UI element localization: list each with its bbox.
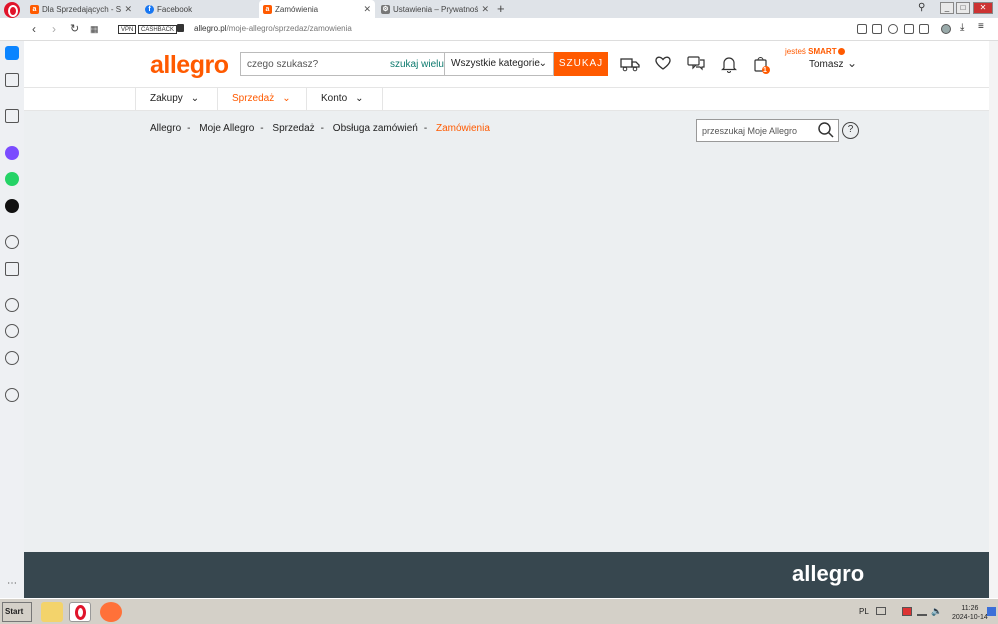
- start-button[interactable]: Start: [2, 602, 32, 622]
- notification-icon[interactable]: [987, 607, 996, 616]
- allegro-page: allegro szukaj wielu Wszystkie kategorie…: [24, 41, 989, 598]
- lock-icon[interactable]: [177, 24, 184, 32]
- wallet-icon[interactable]: [5, 109, 19, 123]
- more-icon[interactable]: ⋯: [5, 579, 19, 593]
- heart-icon[interactable]: [653, 55, 673, 73]
- player-icon[interactable]: [5, 235, 19, 249]
- delivery-truck-icon[interactable]: [620, 55, 640, 73]
- nav-item-konto[interactable]: Konto ⌄: [306, 88, 383, 110]
- search-button[interactable]: SZUKAJ: [554, 52, 608, 76]
- keyboard-icon[interactable]: [876, 607, 886, 615]
- search-icon[interactable]: [817, 121, 835, 139]
- chevron-down-icon: ⌄: [282, 93, 291, 104]
- breadcrumb-allegro[interactable]: Allegro: [150, 123, 181, 134]
- help-icon[interactable]: ?: [842, 122, 859, 139]
- facebook-favicon-icon: f: [145, 4, 154, 14]
- easy-setup-icon[interactable]: ≡: [978, 21, 988, 32]
- cashback-badge[interactable]: CASHBACK: [138, 25, 178, 34]
- send-icon[interactable]: [904, 24, 914, 34]
- tab-zamowienia[interactable]: a Zamówienia ✕: [259, 0, 375, 18]
- chevron-down-icon: ⌄: [538, 58, 547, 69]
- search-multiple-link[interactable]: szukaj wielu: [390, 59, 444, 70]
- tab-facebook[interactable]: f Facebook: [141, 0, 256, 18]
- forward-icon[interactable]: ›: [52, 22, 56, 36]
- chevron-down-icon[interactable]: ⌄: [847, 56, 857, 70]
- close-window-icon[interactable]: ✕: [973, 2, 993, 14]
- volume-icon[interactable]: 🔈: [931, 606, 942, 617]
- heart-icon[interactable]: [5, 298, 19, 312]
- allegro-nav-bar: Zakupy ⌄ Sprzedaż ⌄ Konto ⌄: [24, 87, 989, 111]
- close-tab-icon[interactable]: ✕: [481, 4, 489, 15]
- allegro-footer: allegro: [24, 552, 989, 598]
- address-bar: ‹ › ↻ ▦ VPN CASHBACK allegro.pl/moje-all…: [0, 18, 998, 41]
- bell-icon[interactable]: [719, 55, 739, 73]
- cart-icon[interactable]: 1: [752, 55, 772, 74]
- tab-search-icon[interactable]: ⚲: [918, 2, 925, 13]
- firefox-icon[interactable]: [100, 602, 122, 622]
- chevron-down-icon: ⌄: [355, 93, 364, 104]
- new-tab-icon[interactable]: +: [497, 1, 505, 16]
- clock[interactable]: 11:26 2024-10-14: [952, 604, 988, 622]
- allegro-favicon-icon: a: [30, 4, 39, 14]
- settings-icon[interactable]: [5, 351, 19, 365]
- gear-favicon-icon: ⚙: [381, 4, 390, 14]
- chevron-down-icon: ⌄: [190, 93, 200, 104]
- breadcrumb: Allegro - Moje Allegro - Sprzedaż - Obsługa…: [150, 123, 490, 134]
- smart-info-icon: [837, 48, 845, 55]
- camera-icon[interactable]: [872, 24, 882, 34]
- menu-icon[interactable]: [919, 24, 929, 34]
- file-explorer-icon[interactable]: [41, 602, 63, 622]
- network-icon[interactable]: [902, 607, 912, 616]
- speed-dial-icon[interactable]: [5, 46, 19, 60]
- messenger-icon[interactable]: [5, 146, 19, 160]
- profile-icon[interactable]: [941, 24, 951, 34]
- allegro-favicon-icon: a: [263, 4, 272, 14]
- vpn-badge[interactable]: VPN: [118, 25, 137, 34]
- send-icon[interactable]: [5, 262, 19, 276]
- browser-tab-strip: a Dla Sprzedających - Społeczn ✕ f Faceb…: [0, 0, 998, 18]
- lightbulb-icon[interactable]: [5, 388, 19, 402]
- url-field[interactable]: allegro.pl/moje-allegro/sprzedaz/zamowie…: [194, 24, 352, 33]
- home-icon[interactable]: [5, 73, 19, 87]
- grid-icon[interactable]: ▦: [90, 24, 99, 35]
- breadcrumb-sprzedaz[interactable]: Sprzedaż: [272, 123, 314, 134]
- nav-item-sprzedaz[interactable]: Sprzedaż ⌄: [217, 88, 306, 110]
- back-icon[interactable]: ‹: [32, 22, 36, 36]
- minimize-window-icon[interactable]: _: [940, 2, 954, 14]
- breadcrumb-zamowienia: Zamówienia: [435, 123, 490, 134]
- username[interactable]: Tomasz: [809, 59, 843, 70]
- breadcrumb-obsluga-zamowien[interactable]: Obsługa zamówień: [333, 123, 418, 134]
- tiktok-icon[interactable]: [5, 199, 19, 213]
- breadcrumb-moje-allegro[interactable]: Moje Allegro: [199, 123, 254, 134]
- tab-ustawienia[interactable]: ⚙ Ustawienia – Prywatność i bez ✕: [377, 0, 493, 18]
- whatsapp-icon[interactable]: [5, 172, 19, 186]
- tab-dla-sprzedajacych[interactable]: a Dla Sprzedających - Społeczn ✕: [26, 0, 136, 18]
- chat-icon[interactable]: [686, 55, 706, 73]
- smart-badge[interactable]: jesteś SMART: [785, 47, 845, 56]
- allegro-logo[interactable]: allegro: [150, 51, 229, 80]
- allegro-header: allegro szukaj wielu Wszystkie kategorie…: [24, 41, 989, 87]
- opera-logo-icon[interactable]: [4, 2, 20, 18]
- scrollbar[interactable]: [989, 41, 998, 598]
- download-icon[interactable]: ⤓: [960, 22, 970, 33]
- windows-taskbar: Start PL 🔈 11:26 2024-10-14: [0, 598, 998, 624]
- block-icon[interactable]: [888, 24, 898, 34]
- language-indicator[interactable]: PL: [859, 607, 869, 616]
- maximize-window-icon[interactable]: □: [956, 2, 970, 14]
- system-tray: PL 🔈 11:26 2024-10-14: [852, 601, 998, 623]
- category-select[interactable]: Wszystkie kategorie ⌄: [444, 52, 554, 76]
- signal-icon[interactable]: [917, 607, 927, 616]
- reload-icon[interactable]: ↻: [70, 22, 79, 35]
- footer-allegro-logo[interactable]: allegro: [792, 561, 864, 587]
- nav-item-zakupy[interactable]: Zakupy ⌄: [135, 88, 217, 110]
- opera-taskbar-icon[interactable]: [69, 602, 91, 622]
- history-icon[interactable]: [5, 324, 19, 338]
- edit-icon[interactable]: [857, 24, 867, 34]
- close-tab-icon[interactable]: ✕: [363, 4, 371, 15]
- browser-sidebar: ⋯: [0, 41, 24, 598]
- cart-count-badge: 1: [763, 67, 767, 74]
- close-tab-icon[interactable]: ✕: [124, 4, 132, 15]
